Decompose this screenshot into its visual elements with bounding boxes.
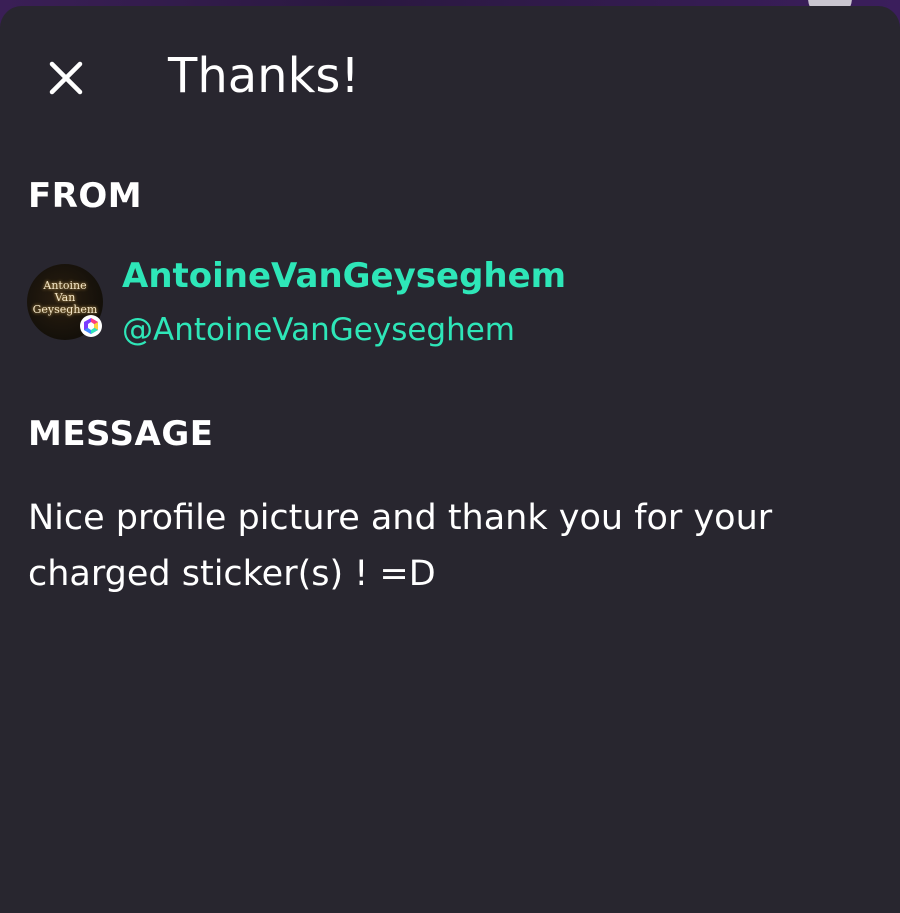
sender-handle[interactable]: @AntoineVanGeyseghem: [122, 312, 515, 348]
from-label: FROM: [28, 176, 143, 216]
avatar-logo-text: Antoine Van Geyseghem: [32, 279, 98, 316]
close-icon: [49, 61, 83, 95]
thanks-sheet: Thanks! FROM Antoine Van Geyseghem Antoi…: [0, 6, 900, 913]
sheet-title: Thanks!: [168, 48, 360, 104]
hexagon-badge-icon: [80, 315, 102, 337]
message-label: MESSAGE: [28, 414, 214, 454]
close-button[interactable]: [40, 52, 92, 104]
message-text: Nice profile picture and thank you for y…: [28, 498, 773, 594]
sender-display-name[interactable]: AntoineVanGeyseghem: [122, 256, 566, 296]
